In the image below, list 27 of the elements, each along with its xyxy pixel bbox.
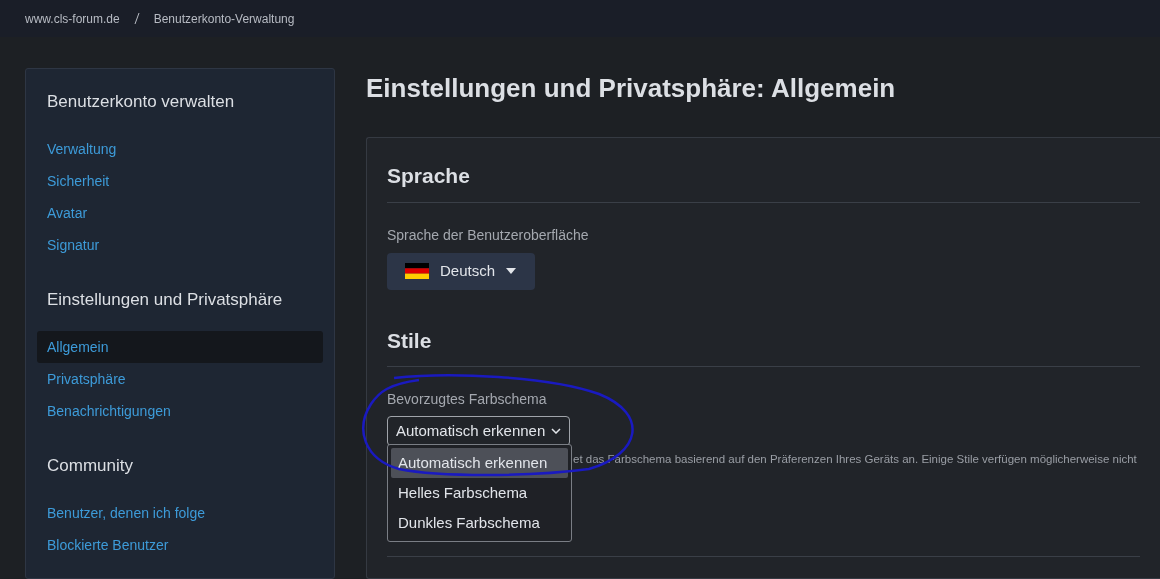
dropdown-option[interactable]: Helles Farbschema: [391, 478, 568, 508]
breadcrumb-link[interactable]: www.cls-forum.de: [25, 9, 120, 28]
sidebar-link[interactable]: Allgemein: [37, 331, 323, 363]
sidebar-link[interactable]: Avatar: [37, 197, 323, 229]
section-heading: Stile: [387, 324, 1140, 367]
breadcrumb-link[interactable]: Benutzerkonto-Verwaltung: [153, 9, 295, 28]
sidebar-heading: Benutzerkonto verwalten: [46, 91, 236, 113]
dropdown-option[interactable]: Automatisch erkennen: [391, 448, 568, 478]
breadcrumb-separator-icon: [133, 13, 140, 24]
field-label: Bevorzugtes Farbschema: [387, 390, 548, 409]
sidebar-link[interactable]: Privatsphäre: [37, 363, 323, 395]
sidebar-heading: Community: [46, 455, 134, 477]
chevron-down-icon: [551, 428, 561, 434]
caret-icon: [506, 268, 517, 274]
sidebar-link[interactable]: Benutzer, denen ich folge: [37, 497, 323, 529]
dropdown-option[interactable]: Dunkles Farbschema: [391, 508, 568, 538]
sidebar-heading: Einstellungen und Privatsphäre: [46, 289, 284, 311]
sidebar-link[interactable]: Sicherheit: [37, 165, 323, 197]
language-dropdown[interactable]: Deutsch: [387, 252, 535, 290]
sidebar-link[interactable]: Signatur: [37, 229, 323, 261]
page-title: Einstellungen und Privatsphäre: Allgemein: [366, 72, 897, 105]
field-label: Sprache der Benutzeroberfläche: [387, 225, 590, 245]
sidebar-link[interactable]: Blockierte Benutzer: [37, 529, 323, 561]
section-heading: Sprache: [387, 160, 1140, 203]
sidebar-link[interactable]: Benachrichtigungen: [37, 395, 323, 427]
flag-icon: [405, 263, 429, 279]
sidebar-link[interactable]: Verwaltung: [37, 133, 323, 165]
